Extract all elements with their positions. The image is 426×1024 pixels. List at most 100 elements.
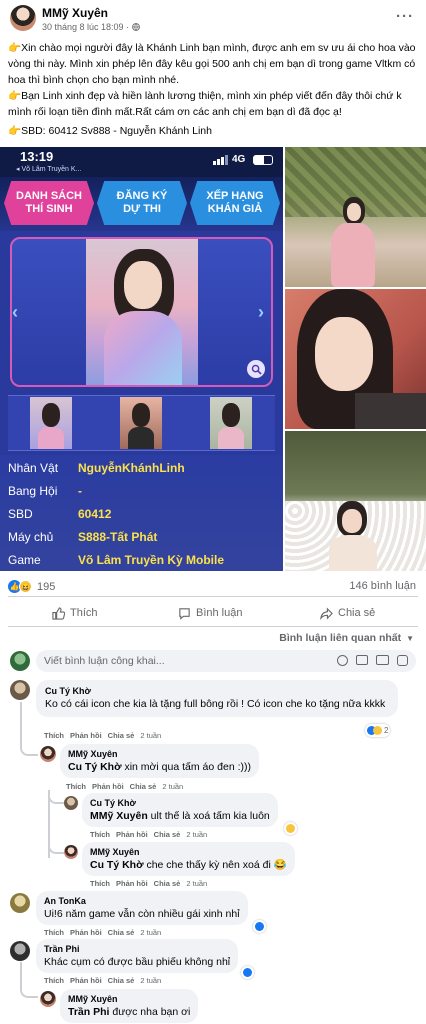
photo-selfie[interactable]	[285, 289, 426, 429]
comment-bubble: Cu Tý Khờ MMỹ Xuyên ult thế là xoá tấm k…	[82, 793, 278, 827]
thumbnail-3[interactable]	[210, 397, 252, 449]
haha-reaction-icon: 😆	[19, 580, 32, 593]
mention-tag[interactable]: Cu Tý Khờ	[68, 761, 122, 773]
comment-author[interactable]: Cu Tý Khờ	[90, 797, 270, 809]
comment-time[interactable]: 2 tuần	[140, 976, 161, 985]
comment-button[interactable]: Bình luận	[178, 603, 242, 623]
share-label: Chia sẻ	[338, 607, 376, 619]
comment-reply-button[interactable]: Phản hồi	[116, 879, 148, 888]
comment-share-button[interactable]: Chia sẻ	[108, 731, 135, 740]
comment-text: Trần Phi được nha bạn ơi	[68, 1006, 191, 1018]
like-button[interactable]: Thích	[52, 603, 98, 623]
info-label-sbd: SBD	[8, 507, 33, 521]
commenter-avatar[interactable]	[40, 746, 56, 762]
mention-tag[interactable]: MMỹ Xuyên	[90, 810, 148, 822]
comment-like-button[interactable]: Thích	[44, 928, 64, 937]
tab-xep-hang[interactable]: XẾP HẠNG KHÁN GIẢ	[190, 181, 280, 225]
comment-time[interactable]: 2 tuần	[186, 879, 207, 888]
commenter-avatar[interactable]	[10, 680, 30, 700]
comment-like-button[interactable]: Thích	[44, 976, 64, 985]
comment-sort-dropdown[interactable]: Bình luận liên quan nhất ▼	[279, 632, 414, 644]
commenter-avatar[interactable]	[64, 796, 78, 810]
comment-reply-button[interactable]: Phản hồi	[70, 731, 102, 740]
comment-composer[interactable]: Viết bình luận công khai...	[36, 650, 416, 672]
comment-reply-button[interactable]: Phản hồi	[70, 976, 102, 985]
comment-reactions[interactable]: 2	[365, 724, 391, 737]
post-image-grid[interactable]: 13:19 ◂ Võ Lâm Truyền K... 4G DANH SÁCH …	[0, 147, 426, 571]
comment-share-button[interactable]: Chia sẻ	[108, 928, 135, 937]
post-author[interactable]: MMỹ Xuyên	[42, 6, 108, 20]
comment-reply-button[interactable]: Phản hồi	[70, 928, 102, 937]
chevron-right-icon[interactable]: ›	[258, 302, 264, 323]
commenter-avatar[interactable]	[64, 845, 78, 859]
composer-placeholder: Viết bình luận công khai...	[44, 655, 165, 667]
comment-time[interactable]: 2 tuần	[162, 782, 183, 791]
divider	[8, 596, 418, 597]
comment-count[interactable]: 146 bình luận	[349, 580, 416, 592]
info-label-server: Máy chủ	[8, 530, 54, 544]
battery-icon	[253, 155, 273, 165]
thumbnail-2[interactable]	[120, 397, 162, 449]
sticker-icon[interactable]	[397, 655, 408, 666]
profile-photo[interactable]	[86, 239, 198, 385]
share-button[interactable]: Chia sẻ	[320, 603, 375, 623]
commenter-avatar[interactable]	[10, 893, 30, 913]
comment-text: Ko có cái icon che kia là tặng full bông…	[45, 698, 386, 710]
comment-bubble: Cu Tý Khờ Ko có cái icon che kia là tặng…	[36, 680, 398, 717]
comment-reactions[interactable]	[284, 822, 297, 835]
post-text: 👉Xin chào mọi người đây là Khánh Linh bạ…	[8, 40, 420, 139]
info-value-server: S888-Tất Phát	[78, 530, 158, 544]
tab-dang-ky[interactable]: ĐĂNG KÝ DỰ THI	[97, 181, 187, 225]
chevron-left-icon[interactable]: ‹	[12, 302, 18, 323]
comment-author[interactable]: MMỹ Xuyên	[90, 846, 287, 858]
info-label-game: Game	[8, 553, 41, 567]
more-dots-icon[interactable]: ···	[396, 8, 414, 25]
info-label-guild: Bang Hội	[8, 484, 58, 498]
thumbnail-1[interactable]	[30, 397, 72, 449]
gif-icon[interactable]	[376, 655, 389, 665]
current-user-avatar[interactable]	[10, 651, 30, 671]
emoji-icon[interactable]	[337, 655, 348, 666]
comment-share-button[interactable]: Chia sẻ	[108, 976, 135, 985]
comment-author[interactable]: MMỹ Xuyên	[68, 748, 251, 760]
comment-like-button[interactable]: Thích	[90, 879, 110, 888]
network-label: 4G	[232, 154, 246, 165]
comment-time[interactable]: 2 tuần	[186, 830, 207, 839]
comment-like-button[interactable]: Thích	[90, 830, 110, 839]
comment-reactions[interactable]	[253, 920, 266, 933]
comment-bubble: An TonKa Ui!6 năm game vẫn còn nhiều gái…	[36, 891, 248, 925]
thumbs-up-icon	[52, 606, 65, 620]
comment-share-button[interactable]: Chia sẻ	[154, 879, 181, 888]
thread-line	[20, 702, 38, 756]
commenter-avatar[interactable]	[10, 941, 30, 961]
photo-garden[interactable]	[285, 147, 426, 287]
comment-share-button[interactable]: Chia sẻ	[130, 782, 157, 791]
comment-like-button[interactable]: Thích	[44, 731, 64, 740]
comment-reply-button[interactable]: Phản hồi	[92, 782, 124, 791]
mention-tag[interactable]: Cu Tý Khờ	[90, 859, 144, 871]
comment-text: Ui!6 năm game vẫn còn nhiều gái xinh nhỉ	[44, 908, 240, 920]
camera-icon[interactable]	[356, 655, 368, 665]
photo-flowers[interactable]	[285, 431, 426, 571]
comment-reply-button[interactable]: Phản hồi	[116, 830, 148, 839]
comment-bubble: Trần Phi Khác cụm có được bầu phiếu khôn…	[36, 939, 239, 973]
comment-author[interactable]: Trần Phi	[44, 943, 230, 955]
comment-share-button[interactable]: Chia sẻ	[154, 830, 181, 839]
post-paragraph: 👉Xin chào mọi người đây là Khánh Linh bạ…	[8, 42, 416, 86]
comment-time[interactable]: 2 tuần	[140, 928, 161, 937]
zoom-icon[interactable]	[247, 360, 265, 378]
comment-author[interactable]: Cu Tý Khờ	[45, 685, 389, 697]
comment-time[interactable]: 2 tuần	[140, 731, 161, 740]
game-screenshot[interactable]: 13:19 ◂ Võ Lâm Truyền K... 4G DANH SÁCH …	[0, 147, 283, 571]
tab-danh-sach[interactable]: DANH SÁCH THÍ SINH	[4, 181, 94, 225]
reaction-summary[interactable]: 👍 😆 195	[8, 580, 55, 593]
comment-author[interactable]: An TonKa	[44, 895, 240, 907]
comment-like-button[interactable]: Thích	[66, 782, 86, 791]
author-avatar[interactable]	[10, 5, 36, 31]
post-date[interactable]: 30 tháng 8 lúc 18:09 ·	[42, 22, 140, 32]
mention-tag[interactable]: Trần Phi	[68, 1006, 109, 1018]
comment-reactions[interactable]	[241, 966, 254, 979]
status-back-link: ◂ Võ Lâm Truyền K...	[16, 166, 82, 173]
commenter-avatar[interactable]	[40, 991, 56, 1007]
comment-author[interactable]: MMỹ Xuyên	[68, 993, 190, 1005]
